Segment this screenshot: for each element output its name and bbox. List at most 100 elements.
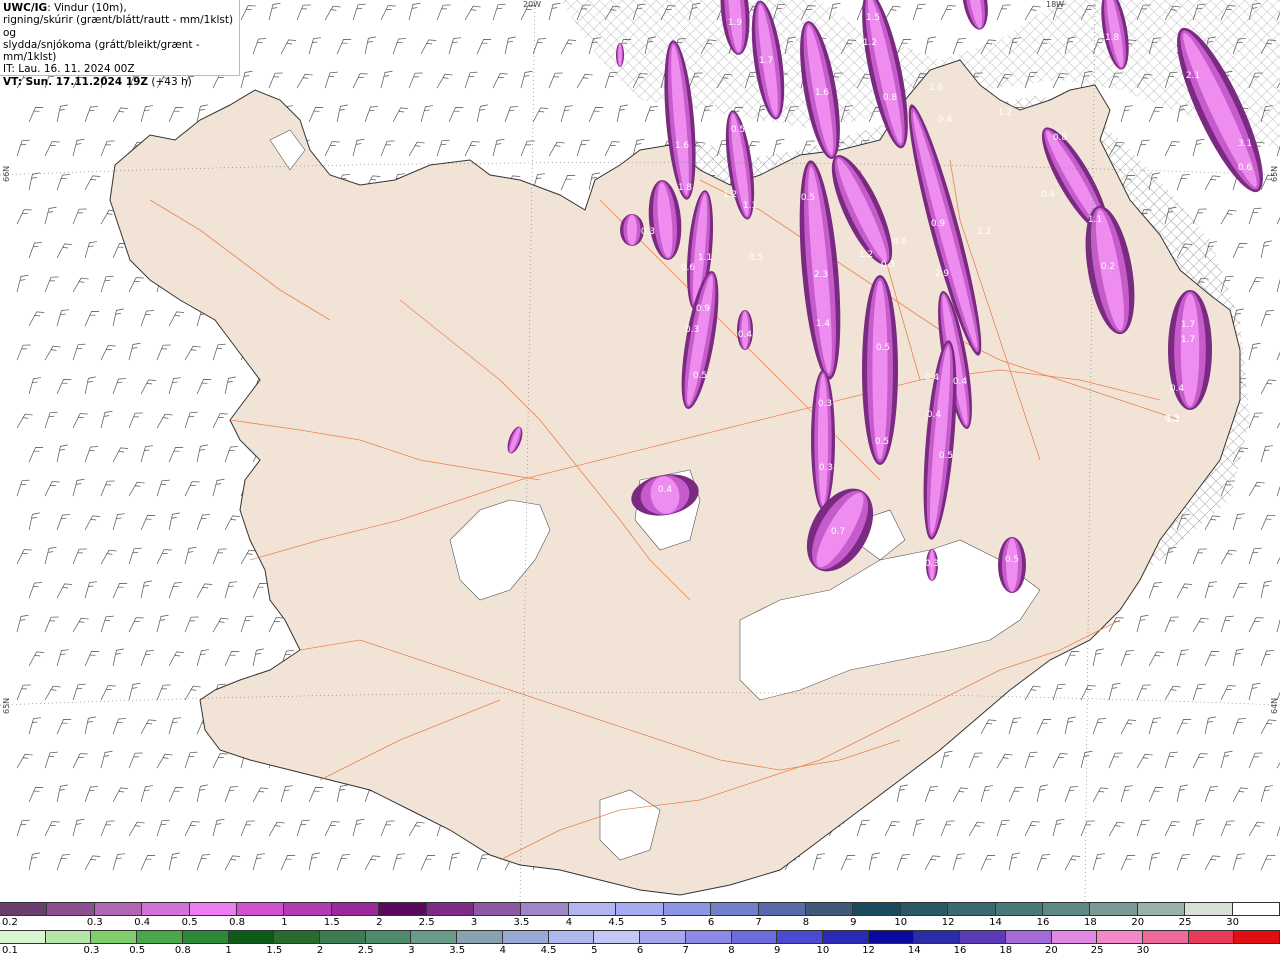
legend_rain-swatch: [274, 931, 321, 943]
snow-band-shape: [1006, 538, 1018, 592]
legend_snow-swatch: [568, 903, 617, 915]
precip-value-label: 1.6: [815, 88, 830, 98]
legend_rain-swatch: [1005, 931, 1052, 943]
precip-value-label: 0.8: [1053, 133, 1068, 143]
forecast-hour: (+43 h): [148, 75, 192, 88]
legend_rain-label: 12: [862, 945, 875, 956]
legend_snow-swatch: [1185, 903, 1233, 915]
legend_snow-swatch: [94, 903, 143, 915]
legend_rain-label: 9: [773, 945, 781, 956]
legend_snow-label: 30: [1226, 917, 1239, 928]
legend_rain-swatch: [1142, 931, 1189, 943]
legend_rain-swatch: [411, 931, 458, 943]
precip-value-label: 0.4: [738, 330, 753, 340]
precip-value-label: 1.1: [743, 201, 757, 211]
precip-value-label: 0.3: [641, 227, 655, 237]
precip-value-label: 2.1: [1186, 71, 1200, 81]
legend_snow-label: 2.5: [418, 917, 435, 928]
precip-value-label: 1.2: [723, 190, 737, 200]
snow-colorbar: 0.2 0.3 0.4 0.5 0.8 1 1.5 2 2.5 3 3.5 4 4.5 5 6 7 8 9 10 12…: [0, 902, 1280, 930]
legend_snow-label: 14: [989, 917, 1002, 928]
legend_rain-swatch: [137, 931, 183, 943]
legend_snow-label: 18: [1083, 917, 1097, 928]
legend_snow-swatch: [805, 903, 854, 915]
precip-value-label: 1.7: [759, 56, 773, 66]
legend_snow-label: 0.5: [181, 917, 198, 928]
snow-band-shape: [872, 280, 888, 460]
precip-value-label: 0.4: [658, 485, 673, 495]
precip-value-label: 1.2: [998, 108, 1012, 118]
precip-value-label: 1.8: [678, 183, 693, 193]
precip-value-label: 0.3: [818, 399, 832, 409]
precip-value-label: 0.7: [831, 527, 845, 537]
legend_rain-swatch: [731, 931, 778, 943]
legend_rain-swatch: [1234, 931, 1280, 943]
precip-value-label: 0.3: [819, 463, 833, 473]
legend_snow-swatch: [853, 903, 901, 915]
legend_snow-label: 5: [660, 917, 667, 928]
lon-label-18w: 18W: [1046, 0, 1065, 9]
precip-value-label: 0.8: [883, 93, 898, 103]
precip-value-label: 3.1: [1238, 139, 1252, 149]
legend_snow-swatch: [331, 903, 380, 915]
rain-colorbar: 0.1 0.3 0.5 0.8 1 1.5 2 2.5 3 3.5 4 4.5 5 6 7 8 9 10 12 14 1…: [0, 930, 1280, 958]
precip-value-label: 0.4: [927, 410, 942, 420]
legend_rain-swatch: [45, 931, 92, 943]
lat-label-right-64n: 64N: [1270, 697, 1279, 714]
precip-value-label: 0.3: [881, 260, 895, 270]
legend_snow-swatch: [47, 903, 95, 915]
precip-value-label: 1.1: [1088, 215, 1102, 225]
legend_rain-swatch: [1188, 931, 1235, 943]
precip-value-label: 0.5: [875, 437, 889, 447]
legend_snow-swatch: [1232, 903, 1280, 915]
legend_snow-swatch: [237, 903, 285, 915]
legend_snow-label: 4.5: [608, 917, 625, 928]
lat-label-66n: 66N: [2, 165, 11, 182]
legend_rain-swatch: [0, 931, 46, 943]
legend_rain-swatch: [548, 931, 595, 943]
model-name: UWC/IG: [3, 2, 48, 14]
weather-map: 1.9 1.7 1.2 1.5 1.5 1.6 0.8 2.1 3.1 1.8 1.6 1.8 0.5 1…: [0, 0, 1280, 902]
snow-band-shape: [817, 374, 829, 506]
legend_rain-label: 3.5: [449, 945, 466, 956]
legend_snow-swatch: [616, 903, 664, 915]
legend_snow-swatch: [758, 903, 806, 915]
precip-value-label: 0.3: [685, 325, 699, 335]
precip-value-label: 0.9: [931, 219, 946, 229]
legend_rain-label: 14: [907, 945, 921, 956]
lat-label-right-65n: 65N: [1270, 165, 1279, 182]
precip-value-label: 1.6: [675, 141, 690, 151]
legend_snow-label: 16: [1036, 917, 1050, 928]
snow-band-shape: [626, 214, 638, 246]
legend_rain-label: 8: [728, 945, 735, 956]
legend_snow-swatch: [474, 903, 522, 915]
legend_snow-swatch: [379, 903, 427, 915]
precip-value-label: 2.3: [814, 270, 828, 280]
legend_snow-label: 1: [281, 917, 288, 928]
legend_snow-label: 0.4: [134, 917, 151, 928]
map-info-box: UWC/IG: Vindur (10m), rigning/skúrir (gr…: [0, 0, 240, 88]
legend_snow-swatch: [711, 903, 759, 915]
legend_rain-label: 1.5: [266, 945, 283, 956]
legend_rain-label: 0.3: [83, 945, 100, 956]
precip-value-label: 0.5: [749, 253, 763, 263]
legend_rain-swatch: [365, 931, 412, 943]
precip-value-label: 1.2: [863, 38, 877, 48]
legend_snow-swatch: [189, 903, 238, 915]
legend_rain-swatch: [777, 931, 823, 943]
legend_snow-swatch: [426, 903, 475, 915]
precip-value-label: 1.3: [1166, 415, 1180, 425]
legend_snow-swatch: [900, 903, 949, 915]
legend_snow-swatch: [948, 903, 996, 915]
legend_rain-swatch: [594, 931, 641, 943]
precip-value-label: 0.3: [925, 559, 939, 569]
legend_rain-label: 2.5: [357, 945, 374, 956]
precip-value-label: 0.4: [953, 377, 968, 387]
precip-value-label: 0.6: [893, 237, 908, 247]
legend_rain-swatch: [822, 931, 869, 943]
legend_rain-swatch: [960, 931, 1006, 943]
legend_snow-label: 7: [755, 917, 762, 928]
precip-value-label: 1.9: [728, 18, 743, 28]
legend_rain-swatch: [640, 931, 686, 943]
title-line-2: rigning/skúrir (grænt/blátt/rautt - mm/1…: [3, 14, 234, 39]
